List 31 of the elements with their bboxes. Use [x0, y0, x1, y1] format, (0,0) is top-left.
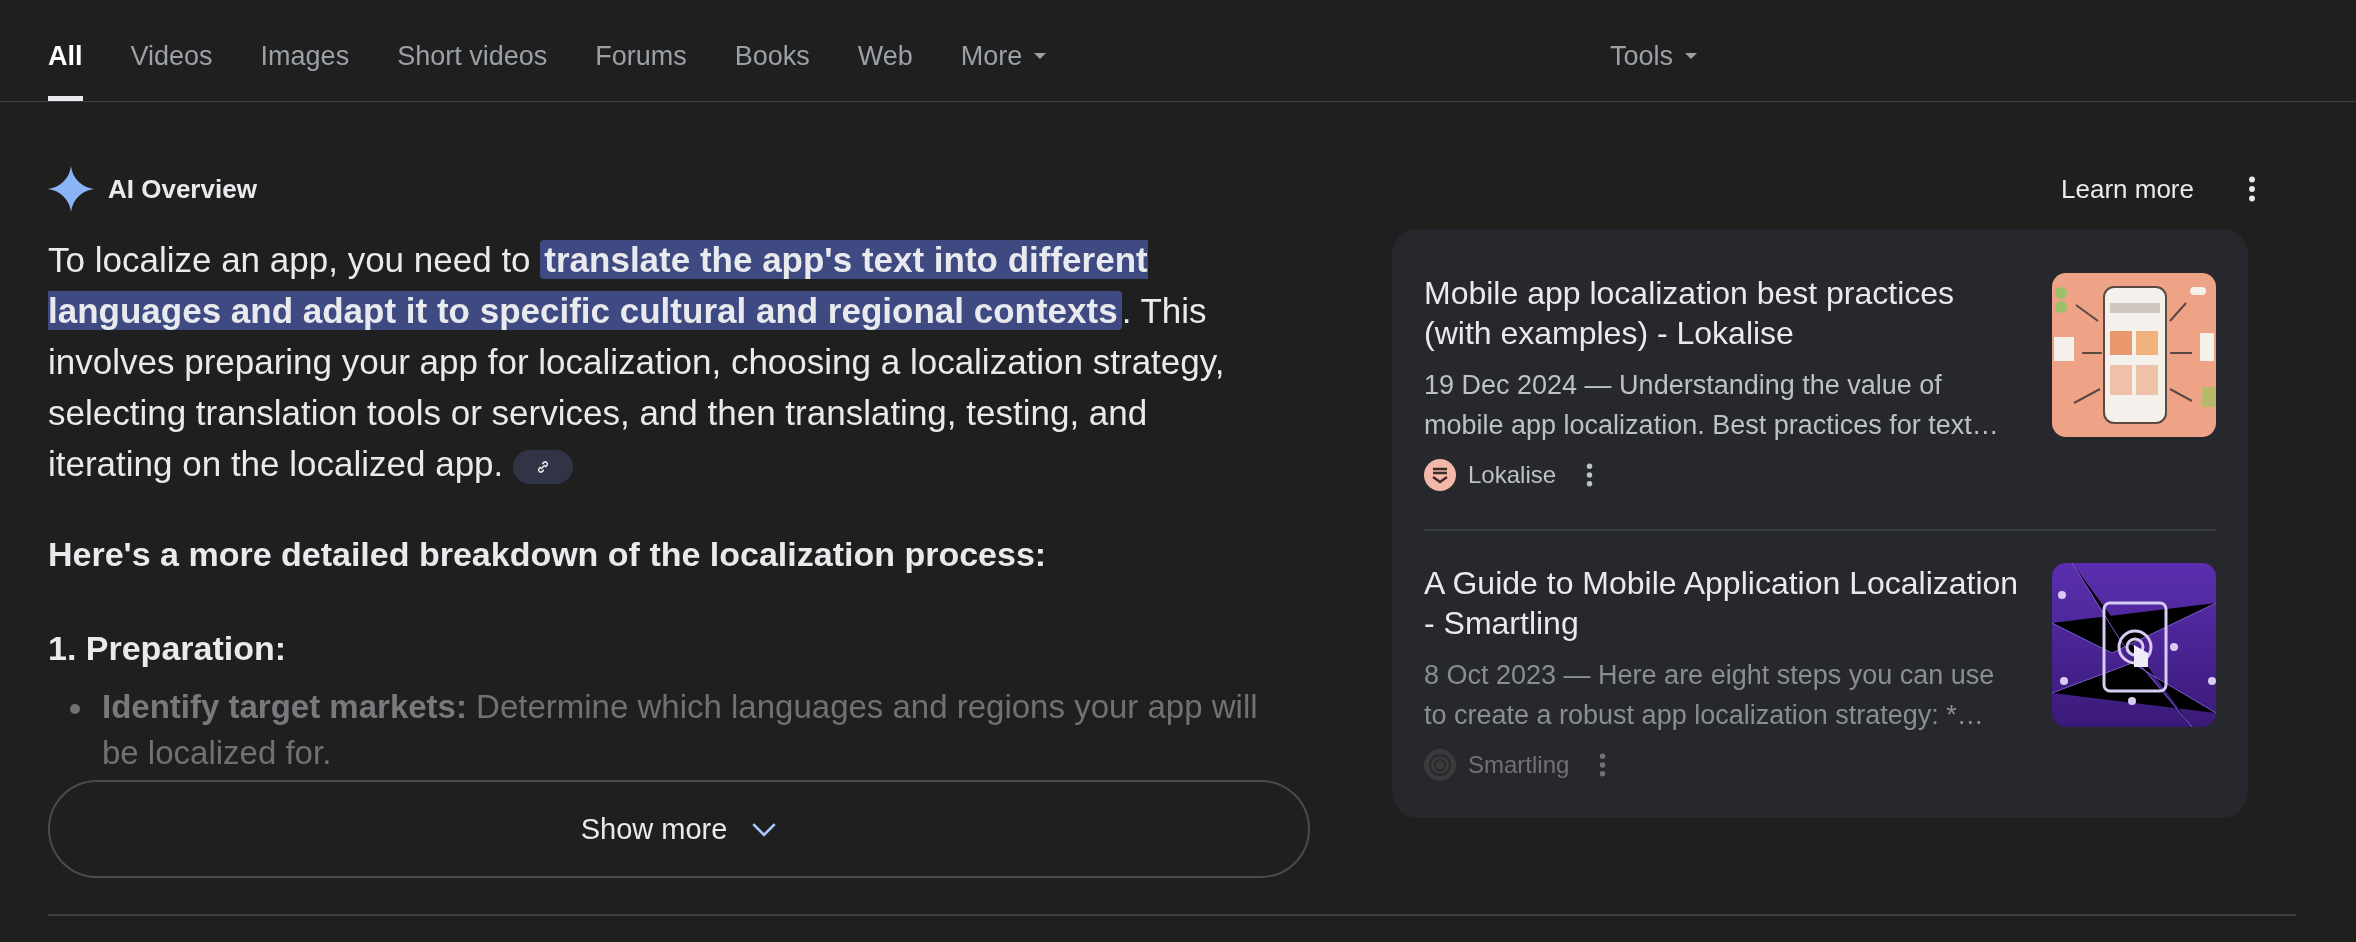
search-tab[interactable]: All: [48, 0, 83, 101]
site-name: Lokalise: [1468, 461, 1557, 489]
overview-paragraph: To localize an app, you need to translate the app's text into different languages and adapt it to specific cultural and regional contexts. This involves preparing your app for localization, choosing a localization strategy, selecting translation tools or services, and then translating, testing, and iterating on the localized app.: [48, 239, 1226, 486]
link-icon[interactable]: [513, 449, 574, 484]
search-tab[interactable]: Web: [857, 0, 913, 101]
caret-icon: [1034, 53, 1047, 59]
search-tab[interactable]: Videos: [130, 0, 213, 101]
show-more-button[interactable]: Show more: [48, 780, 1310, 878]
source-title-link[interactable]: A Guide to Mobile Application Localization - Smartling: [1424, 563, 2022, 643]
sparkle-icon: [48, 166, 94, 212]
chevron-down-icon: [751, 821, 778, 837]
source-title-link[interactable]: Mobile app localization best practices (with examples) - Lokalise: [1424, 273, 2022, 353]
more-options-icon[interactable]: [2248, 176, 2256, 202]
search-tab[interactable]: Images: [260, 0, 350, 101]
learn-more-link[interactable]: Learn more: [2061, 173, 2194, 205]
overview-title: AI Overview: [108, 173, 257, 205]
section-heading: 1. Preparation:: [48, 628, 288, 669]
caret-icon: [1685, 53, 1698, 59]
search-tab[interactable]: Short videos: [397, 0, 548, 101]
bullet-text: Identify target markets: Determine which languages and regions your app will be localized for.: [102, 687, 1259, 773]
site-logo-icon: [1424, 459, 1456, 491]
bullet-icon: [70, 704, 80, 714]
search-tab[interactable]: Books: [734, 0, 810, 101]
source-snippet: 8 Oct 2023 — Here are eight steps you can use to create a robust app localization strategy: *…: [1424, 659, 1996, 732]
search-tab[interactable]: More: [960, 0, 1047, 101]
search-tab[interactable]: Forums: [595, 0, 687, 101]
tools-button[interactable]: Tools: [1610, 0, 1698, 101]
section-lead: Here's a more detailed breakdown of the localization process:: [48, 534, 1048, 575]
more-options-icon[interactable]: [1586, 463, 1594, 487]
site-name: Smartling: [1468, 751, 1570, 779]
source-snippet: 19 Dec 2024 — Understanding the value of mobile app localization. Best practices for text…: [1424, 369, 2000, 442]
